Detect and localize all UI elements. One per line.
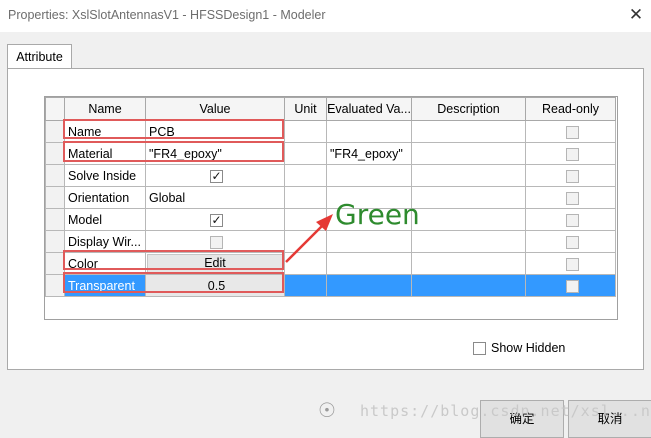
- watermark-icon: ☉: [318, 400, 336, 422]
- annotation-text: Green: [335, 198, 420, 231]
- show-hidden-option[interactable]: Show Hidden: [473, 341, 566, 356]
- show-hidden-checkbox[interactable]: [473, 342, 486, 356]
- annotation-arrow: [285, 214, 333, 263]
- show-hidden-label: Show Hidden: [491, 341, 566, 355]
- watermark-text: https://blog.csdn.net/xsl...n: [360, 402, 651, 420]
